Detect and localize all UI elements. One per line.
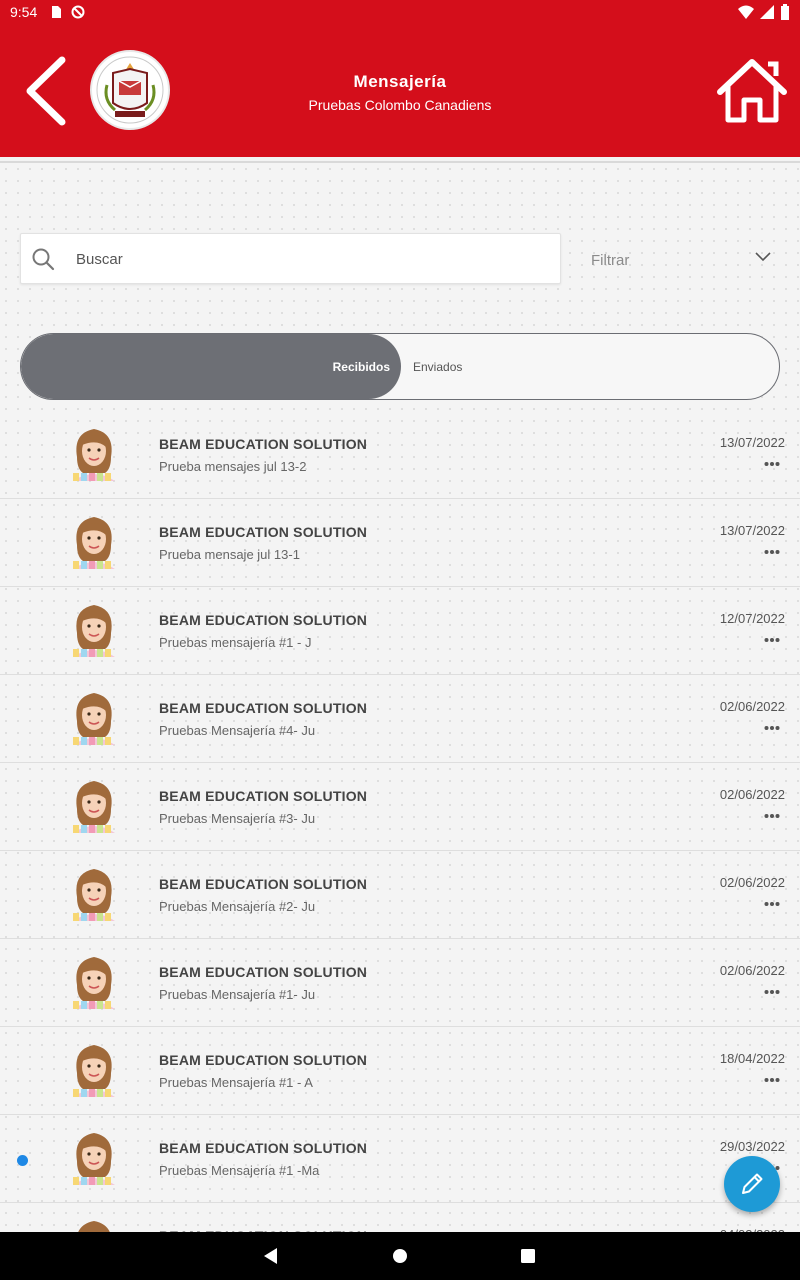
message-sender: BEAM EDUCATION SOLUTION xyxy=(159,788,368,804)
more-options-icon[interactable] xyxy=(764,989,780,995)
message-subject: Pruebas Mensajería #2- Ju xyxy=(159,899,316,914)
more-options-icon[interactable] xyxy=(764,1077,780,1083)
message-subject: Pruebas Mensajería #3- Ju xyxy=(159,811,316,826)
message-date: 02/06/2022 xyxy=(719,787,785,802)
app-bar: Mensajería Pruebas Colombo Canadiens xyxy=(0,24,800,157)
message-row[interactable]: BEAM EDUCATION SOLUTION Pruebas Mensajerí… xyxy=(0,851,800,939)
avatar-icon xyxy=(73,957,115,1009)
blocked-icon xyxy=(71,5,85,19)
unread-indicator xyxy=(17,1155,28,1166)
nav-home-icon[interactable] xyxy=(390,1246,410,1266)
page-title: Mensajería xyxy=(353,72,447,91)
more-options-icon[interactable] xyxy=(764,637,780,643)
filter-label: Filtrar xyxy=(591,252,630,269)
message-subject: Pruebas Mensajería #1 - A xyxy=(159,1075,313,1090)
filter-dropdown[interactable]: Filtrar xyxy=(591,245,781,275)
message-row[interactable]: BEAM EDUCATION SOLUTION Prueba mensajes j… xyxy=(0,411,800,499)
message-sender: BEAM EDUCATION SOLUTION xyxy=(159,1140,368,1156)
signal-icon xyxy=(760,5,774,19)
message-sender: BEAM EDUCATION SOLUTION xyxy=(159,1052,368,1068)
avatar-icon xyxy=(73,1133,115,1185)
search-icon xyxy=(32,248,55,271)
message-sender: BEAM EDUCATION SOLUTION xyxy=(159,700,368,716)
message-sender: BEAM EDUCATION SOLUTION xyxy=(159,524,368,540)
system-nav-bar xyxy=(0,1232,800,1280)
avatar-icon xyxy=(73,1045,115,1097)
message-date: 02/06/2022 xyxy=(719,699,785,714)
message-subject: Pruebas Mensajería #1- Ju xyxy=(159,987,316,1002)
message-date: 29/03/2022 xyxy=(719,1139,785,1154)
message-row[interactable]: BEAM EDUCATION SOLUTION Pruebas Mensajerí… xyxy=(0,1115,800,1203)
message-row[interactable]: BEAM EDUCATION SOLUTION Pruebas Mensajerí… xyxy=(0,675,800,763)
message-row[interactable]: BEAM EDUCATION SOLUTION Pruebas Mensajerí… xyxy=(0,939,800,1027)
header-title-box: Mensajería Pruebas Colombo Canadiens xyxy=(200,72,600,113)
tab-sent[interactable]: Enviados xyxy=(413,360,462,374)
message-subject: Prueba mensajes jul 13-2 xyxy=(159,459,307,474)
more-options-icon[interactable] xyxy=(764,461,780,467)
message-date: 13/07/2022 xyxy=(719,523,785,538)
page-subtitle: Pruebas Colombo Canadiens xyxy=(308,97,492,113)
avatar-icon xyxy=(73,517,115,569)
message-row[interactable]: BEAM EDUCATION SOLUTION Pruebas mensajerí… xyxy=(0,587,800,675)
avatar-icon xyxy=(73,605,115,657)
avatar-icon xyxy=(73,781,115,833)
message-subject: Prueba mensaje jul 13-1 xyxy=(159,547,300,562)
message-date: 18/04/2022 xyxy=(719,1051,785,1066)
nav-recents-icon[interactable] xyxy=(518,1246,538,1266)
more-options-icon[interactable] xyxy=(764,813,780,819)
sd-card-icon xyxy=(52,6,62,18)
message-subject: Pruebas mensajería #1 - J xyxy=(159,635,312,650)
school-logo xyxy=(90,50,170,130)
message-list: BEAM EDUCATION SOLUTION Prueba mensajes j… xyxy=(0,411,800,1232)
message-row[interactable]: BEAM EDUCATION SOLUTION Pruebas Mensajerí… xyxy=(0,1027,800,1115)
more-options-icon[interactable] xyxy=(764,725,780,731)
school-crest-icon xyxy=(96,56,164,124)
message-date: 12/07/2022 xyxy=(719,611,785,626)
tab-received[interactable]: Recibidos xyxy=(21,334,401,399)
battery-icon xyxy=(781,4,789,20)
message-date: 02/06/2022 xyxy=(719,875,785,890)
message-sender: BEAM EDUCATION SOLUTION xyxy=(159,876,368,892)
message-sender: BEAM EDUCATION SOLUTION xyxy=(159,964,368,980)
message-subject: Pruebas Mensajería #4- Ju xyxy=(159,723,316,738)
wifi-icon xyxy=(738,5,754,19)
tab-received-label: Recibidos xyxy=(332,360,390,374)
message-date: 13/07/2022 xyxy=(719,435,785,450)
message-row[interactable]: BEAM EDUCATION SOLUTION Pruebas Mensajerí… xyxy=(0,763,800,851)
message-row[interactable]: BEAM EDUCATION SOLUTION Prueba mensaje ju… xyxy=(0,499,800,587)
nav-back-icon[interactable] xyxy=(261,1246,281,1266)
message-date: 02/06/2022 xyxy=(719,963,785,978)
message-row[interactable]: BEAM EDUCATION SOLUTION04/03/2022 xyxy=(0,1203,800,1232)
home-icon[interactable] xyxy=(716,58,788,124)
message-sender: BEAM EDUCATION SOLUTION xyxy=(159,612,368,628)
search-box[interactable] xyxy=(20,233,561,284)
more-options-icon[interactable] xyxy=(764,549,780,555)
avatar-icon xyxy=(73,429,115,481)
avatar-icon xyxy=(73,693,115,745)
more-options-icon[interactable] xyxy=(764,901,780,907)
messages-content: Filtrar Recibidos Enviados BEAM EDUCATIO… xyxy=(0,163,800,1232)
pencil-icon xyxy=(742,1173,763,1194)
status-time: 9:54 xyxy=(10,4,38,20)
back-chevron-icon[interactable] xyxy=(22,56,70,126)
status-bar: 9:54 xyxy=(0,0,800,24)
mailbox-tabs: Recibidos Enviados xyxy=(20,333,780,400)
chevron-down-icon xyxy=(755,252,771,262)
message-sender: BEAM EDUCATION SOLUTION xyxy=(159,436,368,452)
search-input[interactable] xyxy=(76,244,546,274)
message-subject: Pruebas Mensajería #1 -Ma xyxy=(159,1163,320,1178)
avatar-icon xyxy=(78,1221,110,1232)
compose-button[interactable] xyxy=(724,1156,780,1212)
avatar-icon xyxy=(73,869,115,921)
